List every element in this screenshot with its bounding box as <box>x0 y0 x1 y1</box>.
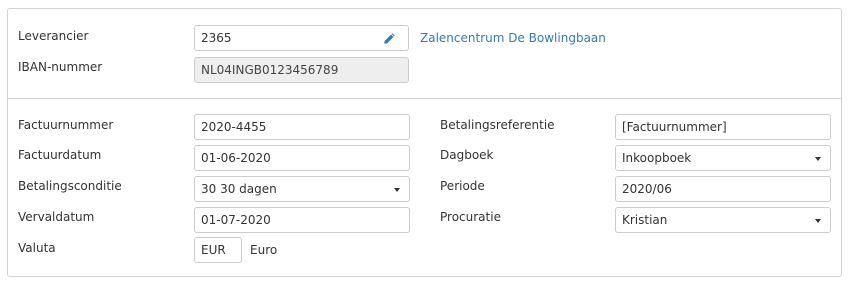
leverancier-label: Leverancier <box>18 29 89 43</box>
section-divider <box>8 98 842 99</box>
valuta-name: Euro <box>250 243 278 257</box>
pencil-icon <box>383 32 396 45</box>
edit-supplier-button[interactable] <box>370 25 409 51</box>
dagboek-label: Dagboek <box>440 148 494 162</box>
factuurdatum-label: Factuurdatum <box>18 148 102 162</box>
betalingsreferentie-input[interactable]: [Factuurnummer] <box>615 114 831 140</box>
procuratie-select[interactable]: Kristian <box>615 207 831 233</box>
invoice-form-panel <box>7 8 842 277</box>
valuta-input[interactable]: EUR <box>194 237 242 263</box>
caret-down-icon <box>815 157 821 161</box>
factuurnummer-input[interactable]: 2020-4455 <box>194 114 410 140</box>
vervaldatum-input[interactable]: 01-07-2020 <box>194 207 410 233</box>
supplier-name-link[interactable]: Zalencentrum De Bowlingbaan <box>420 31 606 45</box>
periode-label: Periode <box>440 179 485 193</box>
procuratie-value: Kristian <box>622 213 668 227</box>
iban-field: NL04INGB0123456789 <box>194 57 409 83</box>
betalingsconditie-label: Betalingsconditie <box>18 179 122 193</box>
betalingsreferentie-label: Betalingsreferentie <box>440 118 555 132</box>
dagboek-select[interactable]: Inkoopboek <box>615 145 831 171</box>
leverancier-input[interactable]: 2365 <box>194 25 371 51</box>
caret-down-icon <box>394 188 400 192</box>
periode-input[interactable]: 2020/06 <box>615 176 831 202</box>
factuurnummer-label: Factuurnummer <box>18 118 114 132</box>
factuurdatum-input[interactable]: 01-06-2020 <box>194 145 410 171</box>
valuta-label: Valuta <box>18 241 56 255</box>
caret-down-icon <box>815 219 821 223</box>
iban-label: IBAN-nummer <box>18 60 103 74</box>
betalingsconditie-select[interactable]: 30 30 dagen <box>194 176 410 202</box>
dagboek-value: Inkoopboek <box>622 151 692 165</box>
betalingsconditie-value: 30 30 dagen <box>201 182 277 196</box>
vervaldatum-label: Vervaldatum <box>18 210 95 224</box>
procuratie-label: Procuratie <box>440 210 501 224</box>
